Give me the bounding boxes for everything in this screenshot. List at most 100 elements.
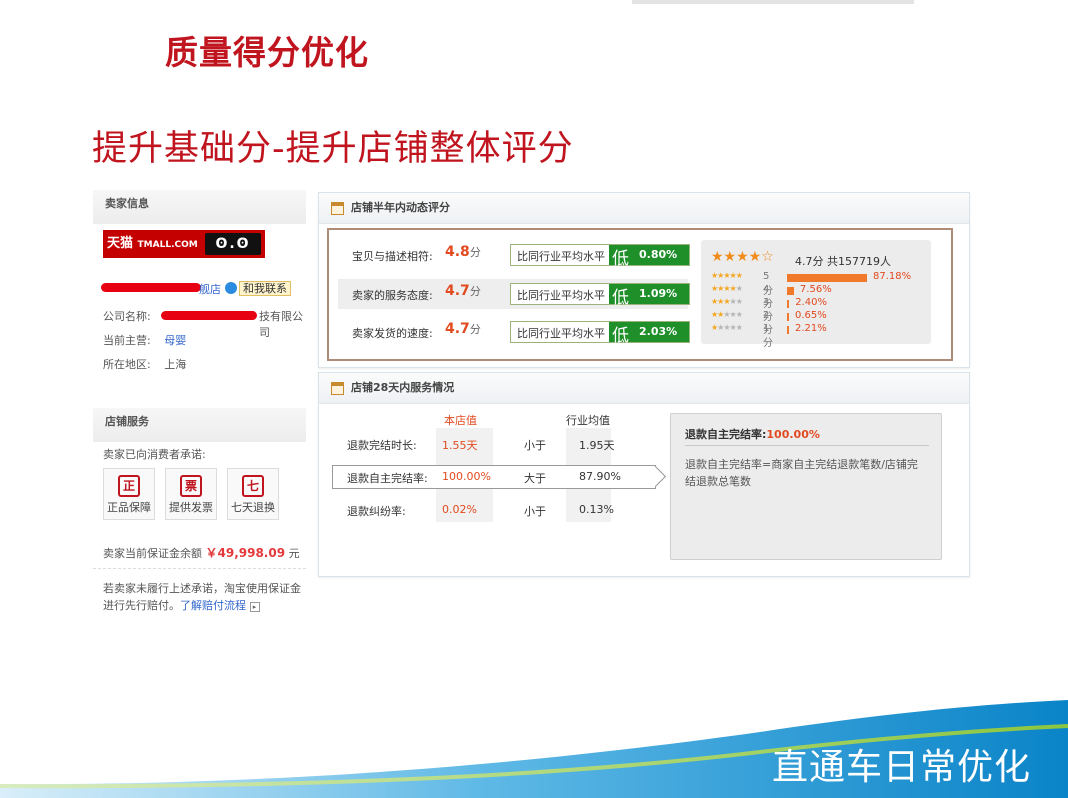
distribution-percent: 2.40% bbox=[795, 297, 827, 308]
seller-info-panel: 卖家信息 天猫 TMALL.COM ʘ.ʘ 舰店 和我联系 公司名称: 技有限公… bbox=[93, 190, 306, 620]
svc-avg-value: 1.95天 bbox=[579, 439, 615, 452]
distribution-bar bbox=[787, 300, 790, 308]
badge-genuine[interactable]: 正 正品保障 bbox=[103, 468, 155, 520]
svc-store-value: 100.00% bbox=[442, 470, 491, 483]
low-text: 低 bbox=[612, 288, 629, 308]
note-line2: 进行先行赔付。 bbox=[103, 599, 180, 612]
calendar-icon bbox=[331, 382, 344, 395]
svc-compare: 小于 bbox=[524, 505, 546, 518]
location-value: 上海 bbox=[164, 358, 187, 371]
shop-name-suffix[interactable]: 舰店 bbox=[199, 281, 221, 297]
info-title: 退款自主完结率:100.00% bbox=[685, 426, 820, 442]
distribution-label: 1分 bbox=[763, 323, 773, 349]
store-service-header: 店铺服务 bbox=[93, 408, 306, 442]
mini-stars-icon: ★★★★★ bbox=[711, 323, 743, 332]
distribution-bar bbox=[787, 313, 789, 321]
info-description: 退款自主完结率=商家自主完结退款笔数/店铺完结退款总笔数 bbox=[685, 458, 918, 488]
distribution-bar bbox=[787, 274, 867, 282]
note-line2-row: 进行先行赔付。了解赔付流程 ▸ bbox=[103, 597, 260, 613]
mini-stars-icon: ★★★★★ bbox=[711, 271, 743, 280]
redacted-company-name bbox=[161, 311, 257, 320]
dsr-row-service: 卖家的服务态度: 4.7分 比同行业平均水平 低 1.09% bbox=[338, 279, 690, 309]
distribution-bar bbox=[787, 287, 794, 295]
seven-day-icon: 七 bbox=[242, 475, 264, 497]
location-row: 所在地区: 上海 bbox=[103, 356, 186, 372]
calendar-icon bbox=[331, 202, 344, 215]
low-badge: 低 1.09% bbox=[609, 284, 689, 308]
svc-avg-value: 0.13% bbox=[579, 503, 614, 516]
refund-info-box: 退款自主完结率:100.00% 退款自主完结率=商家自主完结退款笔数/店铺完结退… bbox=[670, 413, 942, 560]
badge-invoice[interactable]: 票 提供发票 bbox=[165, 468, 217, 520]
tmall-logo-brand: TMALL.COM bbox=[137, 240, 198, 250]
slide-top-area bbox=[0, 0, 1068, 72]
dsr-score: 4.7分 bbox=[445, 283, 481, 299]
svc-store-value: 0.02% bbox=[442, 503, 477, 516]
top-decor-strip bbox=[632, 0, 914, 4]
overall-score: 4.7分 bbox=[795, 255, 824, 268]
rating-distribution: ★★★★☆ 4.7分 共157719人 ★★★★★ 5分 87.18% ★★★★★ 4分… bbox=[701, 240, 931, 349]
low-badge: 低 2.03% bbox=[609, 322, 689, 346]
dsr-score-unit: 分 bbox=[469, 246, 481, 259]
service-panel-title: 店铺28天内服务情况 bbox=[351, 381, 455, 394]
location-label: 所在地区: bbox=[103, 358, 151, 371]
dsr-score-unit: 分 bbox=[469, 285, 481, 298]
industry-compare: 比同行业平均水平 低 1.09% bbox=[510, 283, 690, 308]
dsr-score: 4.7分 bbox=[445, 321, 481, 337]
arrow-right-icon[interactable]: ▸ bbox=[249, 602, 260, 612]
dsr-row-description: 宝贝与描述相符: 4.8分 比同行业平均水平 低 0.80% bbox=[338, 240, 690, 270]
badge-label: 七天退换 bbox=[231, 501, 275, 514]
info-title-label: 退款自主完结率: bbox=[685, 428, 767, 441]
compensation-process-link[interactable]: 了解赔付流程 bbox=[180, 599, 246, 612]
company-row: 公司名称: bbox=[103, 308, 151, 324]
dsr-label: 卖家发货的速度: bbox=[352, 327, 433, 340]
dsr-panel-header: 店铺半年内动态评分 bbox=[319, 193, 969, 224]
svc-label: 退款完结时长: bbox=[347, 439, 417, 452]
distribution-percent: 2.21% bbox=[795, 323, 827, 334]
col-store-header: 本店值 bbox=[444, 414, 477, 427]
badge-label: 提供发票 bbox=[169, 501, 213, 514]
distribution-percent: 7.56% bbox=[799, 284, 832, 295]
low-percent: 1.09% bbox=[639, 287, 678, 300]
svc-compare: 大于 bbox=[524, 472, 546, 485]
footer-text: 直通车日常优化 bbox=[772, 747, 1032, 788]
overall-count: 共157719人 bbox=[827, 255, 891, 268]
slide-subtitle: 提升基础分-提升店铺整体评分 bbox=[92, 129, 574, 169]
mini-stars-icon: ★★★★★ bbox=[711, 297, 743, 306]
mini-stars-icon: ★★★★★ bbox=[711, 284, 743, 293]
svc-label: 退款自主完结率: bbox=[347, 472, 428, 485]
chat-bubble-icon bbox=[225, 282, 237, 294]
promise-text: 卖家已向消费者承诺: bbox=[103, 448, 206, 461]
svc-avg-value: 87.90% bbox=[579, 470, 621, 483]
low-text: 低 bbox=[612, 249, 629, 269]
compare-text: 比同行业平均水平 bbox=[517, 250, 605, 263]
shop-name-link[interactable]: 舰店 bbox=[199, 283, 221, 296]
contact-seller-button[interactable]: 和我联系 bbox=[225, 280, 291, 296]
badge-seven-day-return[interactable]: 七 七天退换 bbox=[227, 468, 279, 520]
slide-title: 质量得分优化 bbox=[165, 33, 369, 72]
seller-info-header: 卖家信息 bbox=[93, 190, 306, 224]
distribution-percent: 0.65% bbox=[795, 310, 827, 321]
deposit-label: 卖家当前保证金余额 bbox=[103, 547, 202, 560]
low-percent: 0.80% bbox=[639, 248, 678, 261]
deposit-row: 卖家当前保证金余额 ￥49,998.09 元 bbox=[103, 544, 300, 561]
service-panel-header: 店铺28天内服务情况 bbox=[319, 373, 969, 404]
dsr-row-shipping: 卖家发货的速度: 4.7分 比同行业平均水平 低 2.03% bbox=[338, 317, 690, 347]
dsr-score-unit: 分 bbox=[469, 323, 481, 336]
low-text: 低 bbox=[612, 326, 629, 346]
industry-compare: 比同行业平均水平 低 0.80% bbox=[510, 244, 690, 269]
main-business-value[interactable]: 母婴 bbox=[164, 334, 186, 347]
dsr-label: 宝贝与描述相符: bbox=[352, 250, 433, 263]
industry-compare: 比同行业平均水平 低 2.03% bbox=[510, 321, 690, 346]
compare-text: 比同行业平均水平 bbox=[517, 289, 605, 302]
low-badge: 低 0.80% bbox=[609, 245, 689, 269]
rating-stars-icon: ★★★★☆ bbox=[711, 249, 774, 265]
dsr-score-value: 4.7 bbox=[445, 283, 470, 299]
store-service-section: 店铺服务 卖家已向消费者承诺: 正 正品保障 票 提供发票 七 七天退换 卖家当… bbox=[93, 408, 306, 612]
contact-label[interactable]: 和我联系 bbox=[239, 281, 291, 296]
info-title-value: 100.00% bbox=[766, 428, 820, 441]
badge-label: 正品保障 bbox=[107, 501, 151, 514]
main-business-label: 当前主营: bbox=[103, 334, 151, 347]
invoice-icon: 票 bbox=[180, 475, 202, 497]
info-divider bbox=[685, 445, 929, 446]
tmall-cat-icon: ʘ.ʘ bbox=[205, 233, 261, 255]
